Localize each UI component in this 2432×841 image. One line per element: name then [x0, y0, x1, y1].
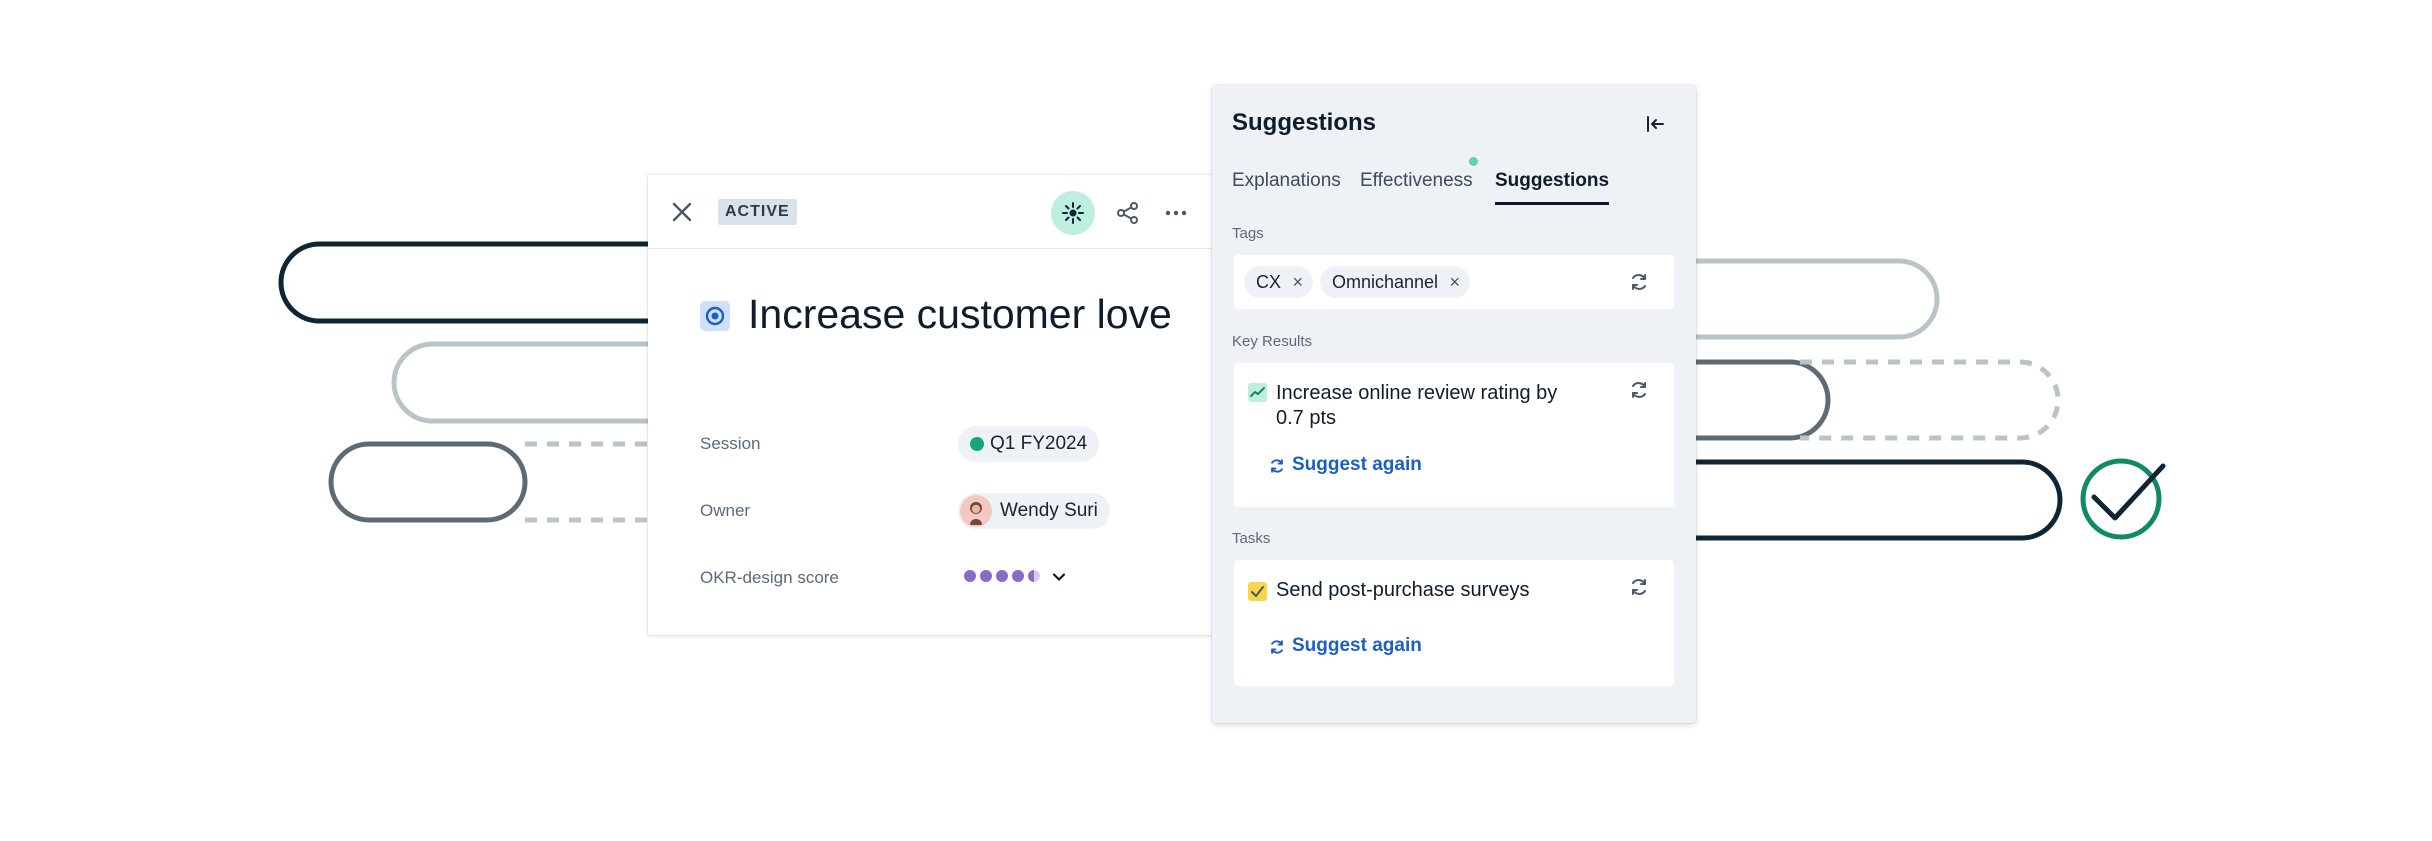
share-icon[interactable] [1114, 199, 1142, 227]
tab-effectiveness[interactable]: Effectiveness [1360, 170, 1473, 202]
more-icon[interactable] [1162, 199, 1190, 227]
sparkle-icon [1062, 202, 1084, 224]
owner-value: Wendy Suri [1000, 500, 1098, 521]
score-dot [980, 570, 992, 582]
tags-box: CX × Omnichannel × [1234, 255, 1674, 309]
avatar [960, 495, 992, 527]
key-result-suggestion: Increase online review rating by 0.7 pts… [1234, 363, 1674, 507]
refresh-icon [1271, 459, 1283, 473]
sparkle-button[interactable] [1051, 191, 1095, 235]
session-chip[interactable]: Q1 FY2024 [958, 426, 1100, 462]
suggest-again-label: Suggest again [1292, 635, 1422, 656]
tag-label: CX [1256, 272, 1282, 292]
suggestions-panel: Suggestions Explanations Effectiveness S… [1212, 85, 1696, 723]
tag-label: Omnichannel [1332, 272, 1439, 292]
task-checkbox-icon [1248, 582, 1267, 601]
score-label: OKR-design score [700, 568, 839, 587]
check-circle-icon [2080, 458, 2166, 540]
suggest-again-link[interactable]: Suggest again [1268, 635, 1422, 657]
tag-chip[interactable]: CX × [1244, 266, 1314, 298]
key-result-chart-icon [1248, 383, 1267, 402]
suggest-again-link[interactable]: Suggest again [1268, 454, 1422, 476]
notification-dot [1469, 157, 1478, 166]
close-icon[interactable] [669, 199, 695, 225]
refresh-icon[interactable] [1628, 379, 1650, 401]
status-badge: ACTIVE [718, 199, 797, 225]
owner-label: Owner [700, 501, 751, 520]
session-label: Session [700, 434, 761, 453]
key-result-text[interactable]: Increase online review rating by 0.7 pts [1276, 381, 1576, 431]
session-status-dot [970, 437, 984, 451]
score-dot [996, 570, 1008, 582]
refresh-icon[interactable] [1628, 271, 1650, 293]
tag-chip[interactable]: Omnichannel × [1320, 266, 1471, 298]
remove-tag-icon[interactable]: × [1293, 266, 1304, 298]
card-header: ACTIVE [648, 175, 1212, 249]
tab-suggestions[interactable]: Suggestions [1495, 170, 1610, 205]
tab-explanations[interactable]: Explanations [1232, 170, 1341, 202]
score-dot [1012, 570, 1024, 582]
task-suggestion: Send post-purchase surveys Suggest again [1234, 560, 1674, 686]
objective-title[interactable]: Increase customer love [748, 289, 1188, 340]
objective-target-icon [700, 301, 730, 331]
owner-chip[interactable]: Wendy Suri [958, 493, 1110, 529]
tasks-label: Tasks [1232, 530, 1271, 547]
collapse-panel-icon[interactable] [1642, 111, 1668, 137]
refresh-icon[interactable] [1628, 576, 1650, 598]
tags-label: Tags [1232, 225, 1264, 242]
key-results-label: Key Results [1232, 333, 1313, 350]
panel-title: Suggestions [1232, 109, 1377, 136]
chevron-down-icon[interactable] [1051, 569, 1067, 585]
refresh-icon [1271, 640, 1283, 654]
suggest-again-label: Suggest again [1292, 454, 1422, 475]
score-dot-half [1028, 570, 1040, 582]
session-value: Q1 FY2024 [990, 433, 1088, 454]
remove-tag-icon[interactable]: × [1450, 266, 1461, 298]
score-dot [964, 570, 976, 582]
task-text[interactable]: Send post-purchase surveys [1276, 578, 1606, 603]
objective-card: ACTIVE Increase customer love Session Q1… [648, 175, 1212, 635]
